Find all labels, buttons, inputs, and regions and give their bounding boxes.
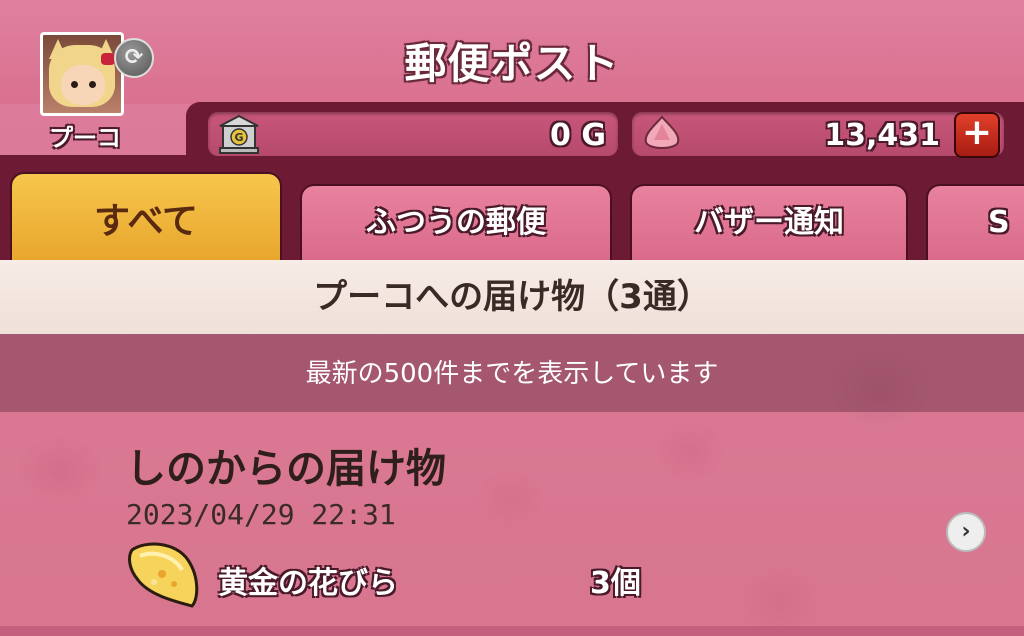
bank-icon: G: [219, 114, 259, 154]
gem-icon: [644, 115, 680, 149]
refresh-icon[interactable]: ⟳: [114, 38, 154, 78]
reward-item-name: 黄金の花びら: [218, 566, 398, 601]
gem-value: 13,431: [824, 118, 940, 153]
chevron-right-icon[interactable]: ›: [946, 512, 986, 552]
tab-bazaar-notice[interactable]: バザー通知: [630, 184, 908, 264]
tab-normal-mail[interactable]: ふつうの郵便: [300, 184, 612, 264]
golden-petal-icon: [128, 542, 199, 608]
add-gems-button[interactable]: +: [954, 112, 1000, 158]
plus-icon: +: [961, 112, 993, 153]
avatar[interactable]: [40, 32, 124, 116]
notice-text: 最新の500件までを表示しています: [0, 334, 1024, 412]
tab-s[interactable]: S: [926, 184, 1024, 264]
section-title: プーコへの届け物（3通）: [0, 260, 1024, 334]
bottom-divider: [0, 626, 1024, 636]
player-name: プーコ: [49, 124, 121, 152]
tab-all[interactable]: すべて: [10, 172, 282, 264]
reward-item-quantity: 3個: [590, 566, 641, 601]
gold-value: 0 G: [550, 118, 606, 153]
mail-date: 2023/04/29 22:31: [126, 498, 396, 531]
mail-title[interactable]: しのからの届け物: [126, 436, 446, 494]
svg-text:G: G: [234, 131, 243, 144]
